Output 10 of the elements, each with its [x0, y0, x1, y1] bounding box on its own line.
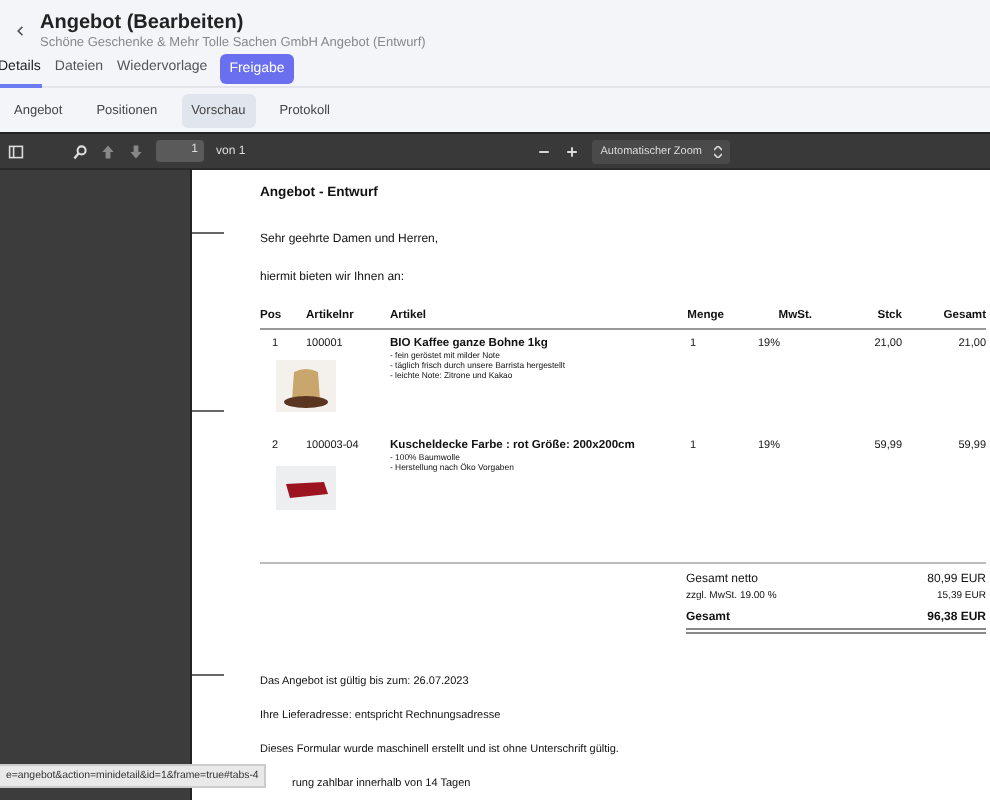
sidebar-toggle-icon[interactable] [8, 143, 24, 159]
arrow-up-icon[interactable] [100, 143, 116, 159]
caret-icon [714, 145, 722, 157]
search-icon[interactable] [72, 143, 88, 159]
arrow-down-icon[interactable] [128, 143, 144, 159]
back-icon[interactable] [14, 23, 28, 37]
photo-placeholder [276, 360, 336, 412]
plus-icon[interactable] [564, 143, 581, 159]
photo-placeholder [276, 466, 336, 510]
page-title: Angebot (Bearbeiten) [40, 11, 246, 33]
